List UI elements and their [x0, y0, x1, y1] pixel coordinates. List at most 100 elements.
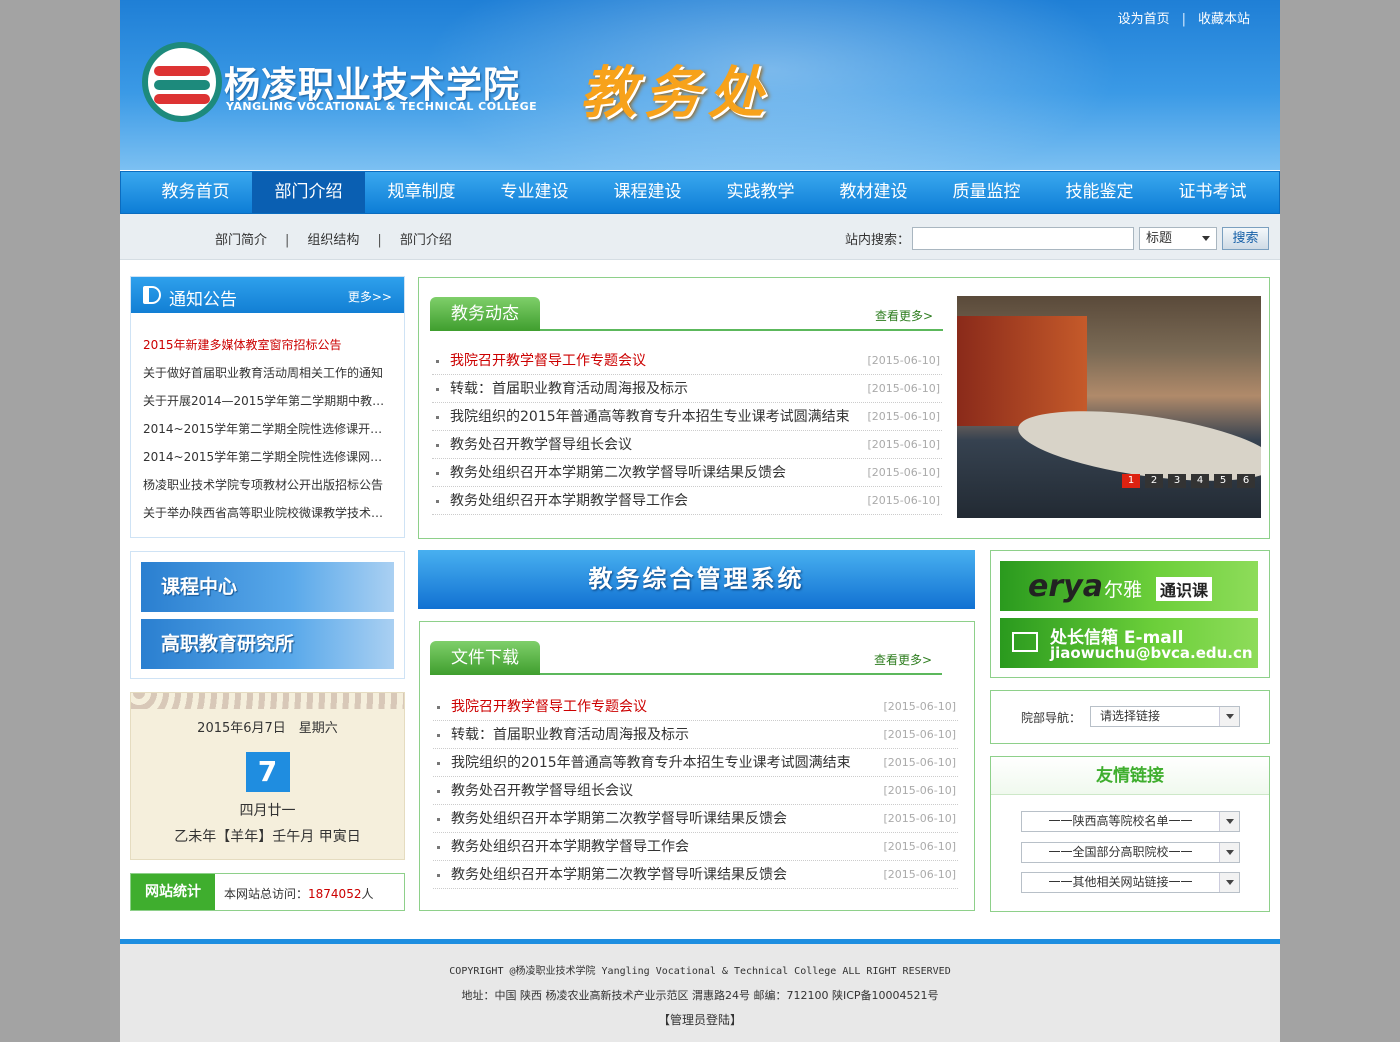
bullet-icon — [436, 416, 439, 419]
nav-item-textbook[interactable]: 教材建设 — [817, 172, 930, 213]
quick-links-panel: 课程中心 高职教育研究所 — [130, 551, 405, 679]
list-item[interactable]: 教务处召开教学督导组长会议 [2015-06-10] — [432, 431, 942, 459]
nav-item-certificate[interactable]: 证书考试 — [1156, 172, 1269, 213]
management-system-banner[interactable]: 教务综合管理系统 — [418, 550, 975, 609]
notice-list: 2015年新建多媒体教室窗帘招标公告 关于做好首届职业教育活动周相关工作的通知 … — [131, 313, 404, 527]
download-title[interactable]: 我院组织的2015年普通高等教育专升本招生专业课考试圆满结束 — [451, 755, 851, 771]
calendar-widget: 2015年6月7日 星期六 7 四月廿一 乙未年【羊年】壬午月 甲寅日 — [130, 692, 405, 860]
nav-item-practice[interactable]: 实践教学 — [704, 172, 817, 213]
subnav-org-structure[interactable]: 组织结构 — [307, 233, 359, 248]
set-home-link[interactable]: 设为首页 — [1118, 12, 1170, 27]
notice-panel: 通知公告 更多>> 2015年新建多媒体教室窗帘招标公告 关于做好首届职业教育活… — [130, 276, 405, 538]
download-tab[interactable]: 文件下载 — [430, 641, 540, 675]
download-title[interactable]: 教务处组织召开本学期第二次教学督导听课结果反馈会 — [451, 867, 787, 883]
download-title[interactable]: 教务处组织召开本学期教学督导工作会 — [451, 839, 689, 855]
select-value: 一一其他相关网站链接一一 — [1048, 875, 1193, 889]
news-title[interactable]: 教务处召开教学督导组长会议 — [450, 437, 632, 453]
list-item[interactable]: 教务处组织召开本学期教学督导工作会 [2015-06-10] — [433, 833, 958, 861]
college-logo-icon[interactable] — [142, 42, 222, 122]
slider-page-button[interactable]: 3 — [1168, 474, 1186, 488]
erya-name: 尔雅 — [1104, 579, 1143, 601]
friend-links-select-other[interactable]: 一一其他相关网站链接一一 — [1021, 872, 1240, 893]
slider-page-button[interactable]: 2 — [1145, 474, 1163, 488]
notice-item[interactable]: 关于举办陕西省高等职业院校微课教学技术培训的通知 — [143, 499, 392, 527]
notice-more-link[interactable]: 更多>> — [348, 288, 392, 305]
nav-item-dept-intro[interactable]: 部门介绍 — [252, 172, 365, 213]
search-input[interactable] — [912, 227, 1134, 250]
notice-item[interactable]: 关于开展2014—2015学年第二学期期中教学检查工作的通知 — [143, 387, 392, 415]
footer-copyright: COPYRIGHT @杨凌职业技术学院 Yangling Vocational … — [449, 966, 951, 977]
header-banner: 设为首页 | 收藏本站 杨凌职业技术学院 YANGLING VOCATIONAL &… — [120, 0, 1280, 200]
list-item[interactable]: 教务处组织召开本学期教学督导工作会 [2015-06-10] — [432, 487, 942, 515]
subnav-dept-brief[interactable]: 部门简介 — [215, 233, 267, 248]
news-title[interactable]: 教务处组织召开本学期教学督导工作会 — [450, 493, 688, 509]
slider-page-button[interactable]: 1 — [1122, 474, 1140, 488]
calendar-day: 7 — [245, 752, 290, 792]
nav-item-major[interactable]: 专业建设 — [478, 172, 591, 213]
notice-item[interactable]: 杨凌职业技术学院专项教材公开出版招标公告 — [143, 471, 392, 499]
calendar-ganzhi: 乙未年【羊年】壬午月 甲寅日 — [174, 829, 361, 845]
nav-item-regulations[interactable]: 规章制度 — [365, 172, 478, 213]
download-date: [2015-06-10] — [883, 728, 956, 741]
select-value: 一一陕西高等院校名单一一 — [1048, 814, 1193, 828]
erya-course-button[interactable]: erya 尔雅 通识课 — [1000, 561, 1258, 611]
notice-item[interactable]: 关于做好首届职业教育活动周相关工作的通知 — [143, 359, 392, 387]
nav-item-course[interactable]: 课程建设 — [591, 172, 704, 213]
slider-page-button[interactable]: 5 — [1214, 474, 1232, 488]
course-center-button[interactable]: 课程中心 — [141, 562, 394, 612]
slider-page-button[interactable]: 4 — [1191, 474, 1209, 488]
notice-item[interactable]: 2015年新建多媒体教室窗帘招标公告 — [143, 331, 392, 359]
list-item[interactable]: 教务处组织召开本学期第二次教学督导听课结果反馈会 [2015-06-10] — [433, 861, 958, 889]
friend-links-select-national[interactable]: 一一全国部分高职院校一一 — [1021, 842, 1240, 863]
news-title[interactable]: 教务处组织召开本学期第二次教学督导听课结果反馈会 — [450, 465, 786, 481]
news-tab[interactable]: 教务动态 — [430, 297, 540, 331]
search-type-select[interactable]: 标题 — [1139, 227, 1217, 250]
search-button[interactable]: 搜索 — [1222, 227, 1269, 250]
list-item[interactable]: 转载：首届职业教育活动周海报及标示 [2015-06-10] — [433, 721, 958, 749]
admin-login-link[interactable]: 【管理员登陆】 — [120, 1011, 1280, 1028]
list-item[interactable]: 教务处组织召开本学期第二次教学督导听课结果反馈会 [2015-06-10] — [432, 459, 942, 487]
research-institute-button[interactable]: 高职教育研究所 — [141, 619, 394, 669]
list-item[interactable]: 我院召开教学督导工作专题会议 [2015-06-10] — [432, 347, 942, 375]
subnav-dept-intro[interactable]: 部门介绍 — [400, 233, 452, 248]
list-item[interactable]: 教务处组织召开本学期第二次教学督导听课结果反馈会 [2015-06-10] — [433, 805, 958, 833]
news-more-link[interactable]: 查看更多> — [875, 307, 933, 324]
news-list: 我院召开教学督导工作专题会议 [2015-06-10] 转载：首届职业教育活动周海… — [432, 347, 942, 515]
nav-item-home[interactable]: 教务首页 — [139, 172, 252, 213]
download-more-link[interactable]: 查看更多> — [874, 651, 932, 668]
notice-item[interactable]: 2014~2015学年第二学期全院性选修课网上选课通知 — [143, 443, 392, 471]
download-title[interactable]: 教务处组织召开本学期第二次教学督导听课结果反馈会 — [451, 811, 787, 827]
friend-links-select-shaanxi[interactable]: 一一陕西高等院校名单一一 — [1021, 811, 1240, 832]
list-item[interactable]: 教务处召开教学督导组长会议 [2015-06-10] — [433, 777, 958, 805]
chevron-down-icon — [1219, 812, 1239, 831]
nav-item-skill[interactable]: 技能鉴定 — [1043, 172, 1156, 213]
notice-item[interactable]: 2014~2015学年第二学期全院性选修课开课通知 — [143, 415, 392, 443]
list-item[interactable]: 转载：首届职业教育活动周海报及标示 [2015-06-10] — [432, 375, 942, 403]
photo-slider[interactable]: 1 2 3 4 5 6 — [957, 296, 1261, 518]
slider-pager: 1 2 3 4 5 6 — [1117, 474, 1255, 488]
director-mailbox-button[interactable]: 处长信箱 E-mall jiaowuchu@bvca.edu.cn — [1000, 618, 1258, 668]
download-title[interactable]: 我院召开教学督导工作专题会议 — [451, 699, 647, 715]
news-date: [2015-06-10] — [867, 494, 940, 507]
list-item[interactable]: 我院召开教学督导工作专题会议 [2015-06-10] — [433, 693, 958, 721]
news-date: [2015-06-10] — [867, 410, 940, 423]
list-item[interactable]: 我院组织的2015年普通高等教育专升本招生专业课考试圆满结束 [2015-06-1… — [433, 749, 958, 777]
list-item[interactable]: 我院组织的2015年普通高等教育专升本招生专业课考试圆满结束 [2015-06-1… — [432, 403, 942, 431]
bullet-icon — [436, 388, 439, 391]
dept-nav-select[interactable]: 请选择链接 — [1090, 706, 1240, 727]
download-title[interactable]: 转载：首届职业教育活动周海报及标示 — [451, 727, 689, 743]
friend-links-panel: 友情链接 一一陕西高等院校名单一一 一一全国部分高职院校一一 一一其他相关网站链… — [990, 756, 1270, 912]
school-name-en: YANGLING VOCATIONAL & TECHNICAL COLLEGE — [226, 100, 538, 113]
nav-item-quality[interactable]: 质量监控 — [930, 172, 1043, 213]
favorite-link[interactable]: 收藏本站 — [1198, 12, 1250, 27]
slider-page-button[interactable]: 6 — [1237, 474, 1255, 488]
bullet-icon — [437, 706, 440, 709]
download-date: [2015-06-10] — [883, 812, 956, 825]
speaker-icon — [143, 286, 161, 304]
news-title[interactable]: 我院组织的2015年普通高等教育专升本招生专业课考试圆满结束 — [450, 409, 850, 425]
download-title[interactable]: 教务处召开教学督导组长会议 — [451, 783, 633, 799]
news-title[interactable]: 我院召开教学督导工作专题会议 — [450, 353, 646, 369]
department-title: 教务处 — [580, 61, 772, 126]
erya-logo: erya — [1028, 569, 1103, 604]
news-title[interactable]: 转载：首届职业教育活动周海报及标示 — [450, 381, 688, 397]
